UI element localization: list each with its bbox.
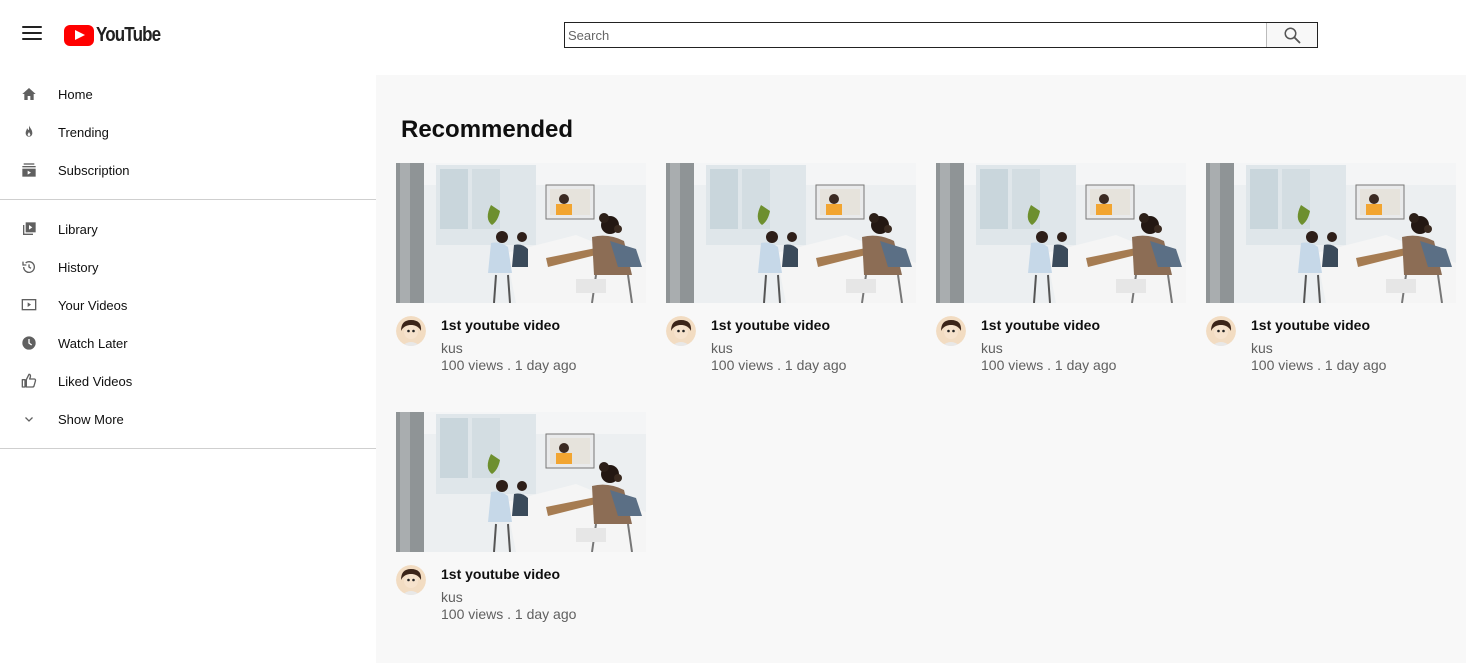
- sidebar-divider: [0, 448, 376, 449]
- channel-avatar[interactable]: [396, 316, 426, 346]
- subscriptions-icon: [20, 161, 38, 179]
- video-meta: 100 views . 1 day ago: [441, 357, 577, 373]
- sidebar-item-show-more[interactable]: Show More: [0, 400, 376, 438]
- sidebar-item-label: History: [58, 259, 99, 275]
- video-card[interactable]: 1st youtube video kus 100 views . 1 day …: [1206, 163, 1456, 388]
- video-thumbnail[interactable]: [396, 412, 646, 552]
- video-meta: 100 views . 1 day ago: [711, 357, 847, 373]
- sidebar-item-subscription[interactable]: Subscription: [0, 151, 376, 189]
- sidebar-item-liked-videos[interactable]: Liked Videos: [0, 362, 376, 400]
- history-icon: [20, 258, 38, 276]
- home-icon: [20, 85, 38, 103]
- youtube-play-icon: [64, 25, 94, 46]
- video-meta: 100 views . 1 day ago: [1251, 357, 1387, 373]
- channel-name[interactable]: kus: [1251, 340, 1273, 356]
- sidebar-item-label: Liked Videos: [58, 373, 133, 389]
- section-title: Recommended: [401, 116, 574, 143]
- search-bar: [564, 22, 1318, 48]
- channel-name[interactable]: kus: [981, 340, 1003, 356]
- channel-avatar[interactable]: [666, 316, 696, 346]
- clock-icon: [20, 334, 38, 352]
- search-button[interactable]: [1266, 23, 1317, 47]
- sidebar-item-label: Home: [58, 86, 93, 102]
- channel-name[interactable]: kus: [441, 589, 463, 605]
- channel-avatar[interactable]: [396, 565, 426, 595]
- sidebar-item-watch-later[interactable]: Watch Later: [0, 324, 376, 362]
- sidebar-item-trending[interactable]: Trending: [0, 113, 376, 151]
- video-thumbnail[interactable]: [396, 163, 646, 303]
- video-card[interactable]: 1st youtube video kus 100 views . 1 day …: [666, 163, 916, 388]
- sidebar-item-label: Library: [58, 221, 98, 237]
- sidebar-item-label: Watch Later: [58, 335, 128, 351]
- video-meta: 100 views . 1 day ago: [981, 357, 1117, 373]
- sidebar-item-label: Subscription: [58, 162, 130, 178]
- video-title[interactable]: 1st youtube video: [1251, 317, 1370, 333]
- search-input[interactable]: [565, 23, 1266, 47]
- main-content: Recommended 1st youtube video kus 100 vi…: [376, 75, 1466, 663]
- thumbs-up-icon: [20, 372, 38, 390]
- sidebar-divider: [0, 199, 376, 200]
- sidebar: Home Trending Subscription Library Histo…: [0, 75, 376, 663]
- video-title[interactable]: 1st youtube video: [441, 317, 560, 333]
- channel-name[interactable]: kus: [441, 340, 463, 356]
- sidebar-item-label: Show More: [58, 411, 124, 427]
- video-card[interactable]: 1st youtube video kus 100 views . 1 day …: [396, 412, 646, 637]
- sidebar-item-label: Your Videos: [58, 297, 128, 313]
- library-icon: [20, 220, 38, 238]
- channel-name[interactable]: kus: [711, 340, 733, 356]
- sidebar-item-label: Trending: [58, 124, 109, 140]
- sidebar-item-home[interactable]: Home: [0, 75, 376, 113]
- video-thumbnail[interactable]: [1206, 163, 1456, 303]
- sidebar-item-your-videos[interactable]: Your Videos: [0, 286, 376, 324]
- hamburger-menu-icon[interactable]: [22, 26, 42, 42]
- video-title[interactable]: 1st youtube video: [981, 317, 1100, 333]
- channel-avatar[interactable]: [936, 316, 966, 346]
- fire-icon: [20, 123, 38, 141]
- video-meta: 100 views . 1 day ago: [441, 606, 577, 622]
- top-header: YouTube: [0, 0, 1466, 75]
- video-card[interactable]: 1st youtube video kus 100 views . 1 day …: [936, 163, 1186, 388]
- video-title[interactable]: 1st youtube video: [711, 317, 830, 333]
- youtube-logo[interactable]: YouTube: [64, 24, 172, 47]
- sidebar-item-library[interactable]: Library: [0, 210, 376, 248]
- video-thumbnail[interactable]: [666, 163, 916, 303]
- chevron-down-icon: [20, 410, 38, 428]
- video-thumbnail[interactable]: [936, 163, 1186, 303]
- logo-text: YouTube: [96, 24, 161, 46]
- your-videos-icon: [20, 296, 38, 314]
- video-title[interactable]: 1st youtube video: [441, 566, 560, 582]
- sidebar-item-history[interactable]: History: [0, 248, 376, 286]
- video-card[interactable]: 1st youtube video kus 100 views . 1 day …: [396, 163, 646, 388]
- search-icon: [1284, 27, 1301, 44]
- channel-avatar[interactable]: [1206, 316, 1236, 346]
